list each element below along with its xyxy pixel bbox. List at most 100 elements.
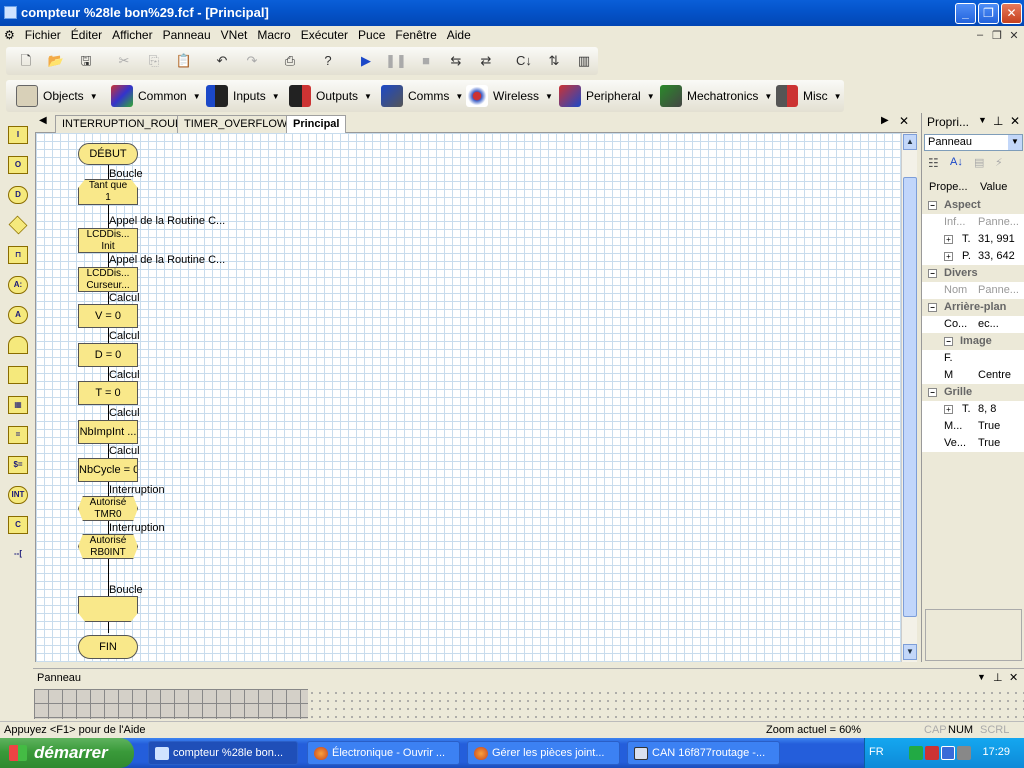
tab-timer-overflow[interactable]: TIMER_OVERFLOW <box>177 115 295 133</box>
run-icon[interactable]: ▶ <box>355 51 377 71</box>
common-button[interactable]: Common ▼ <box>111 85 201 107</box>
task-flowcode[interactable]: compteur %28le bon... <box>148 741 298 765</box>
property-row[interactable]: Ve... True <box>922 435 1024 452</box>
start-terminal[interactable]: DÉBUT <box>78 143 138 165</box>
calculation-icon[interactable] <box>8 366 28 384</box>
chip-program-icon[interactable]: ▥ <box>573 51 595 71</box>
property-pages-icon[interactable]: ▤ <box>974 156 984 169</box>
save-icon[interactable]: 🖫 <box>75 51 97 71</box>
calc-block-nbimpint[interactable]: NbImpInt ... <box>78 420 138 444</box>
peripheral-button[interactable]: Peripheral ▼ <box>559 85 655 107</box>
loop-icon[interactable] <box>8 336 28 354</box>
compile-hex-icon[interactable]: ⇅ <box>543 51 565 71</box>
tray-network-icon[interactable] <box>941 746 955 760</box>
output-icon[interactable]: O <box>8 156 28 174</box>
expand-icon[interactable]: + <box>944 405 953 414</box>
help-icon[interactable]: ? <box>317 51 339 71</box>
misc-button[interactable]: Misc ▼ <box>776 85 842 107</box>
property-row[interactable]: M Centre <box>922 367 1024 384</box>
new-file-icon[interactable]: 🗋 <box>15 51 37 71</box>
close-button[interactable]: ✕ <box>1001 3 1022 24</box>
property-category[interactable]: − Grille <box>922 384 1024 401</box>
menu-panneau[interactable]: Panneau <box>158 26 216 44</box>
property-category[interactable]: − Image <box>922 333 1024 350</box>
panel-close-icon[interactable]: ✕ <box>1009 671 1018 684</box>
cut-icon[interactable]: ✂ <box>113 51 135 71</box>
maximize-button[interactable]: ❐ <box>978 3 999 24</box>
property-row[interactable]: + T. 31, 991 <box>922 231 1024 248</box>
step-into-icon[interactable]: ⇆ <box>445 51 467 71</box>
tab-scroll-right-icon[interactable]: ▶ <box>881 115 889 126</box>
decision-icon[interactable] <box>8 215 28 235</box>
panel-close-icon[interactable]: ✕ <box>1010 114 1020 128</box>
mdi-close-button[interactable]: ✕ <box>1006 29 1022 42</box>
property-row[interactable]: Co... ec... <box>922 316 1024 333</box>
expand-icon[interactable]: + <box>944 235 953 244</box>
task-isis-can[interactable]: CAN 16f877routage -... <box>627 741 780 765</box>
comms-button[interactable]: Comms ▼ <box>381 85 463 107</box>
property-row[interactable]: Nom Panne... <box>922 282 1024 299</box>
calc-block-d[interactable]: D = 0 <box>78 343 138 367</box>
mdi-minimize-button[interactable]: – <box>972 29 988 41</box>
loop-end-block[interactable] <box>78 596 138 622</box>
calc-block-v[interactable]: V = 0 <box>78 304 138 328</box>
menu-afficher[interactable]: Afficher <box>107 26 157 44</box>
comment-icon[interactable]: --[ <box>8 546 28 564</box>
menu-fichier[interactable]: Fichier <box>20 26 66 44</box>
property-row[interactable]: M... True <box>922 418 1024 435</box>
print-icon[interactable]: ⎙ <box>279 51 301 71</box>
start-button[interactable]: démarrer <box>0 738 134 768</box>
pin-icon[interactable]: ⊥ <box>993 114 1003 128</box>
collapse-icon[interactable]: − <box>928 201 937 210</box>
collapse-icon[interactable]: − <box>928 269 937 278</box>
interrupt-icon[interactable]: INT <box>8 486 28 504</box>
wireless-button[interactable]: Wireless ▼ <box>466 85 553 107</box>
mdi-restore-button[interactable]: ❐ <box>989 29 1005 42</box>
tab-interruption-roue[interactable]: INTERRUPTION_ROUE <box>55 115 190 133</box>
interrupt-block-rb0int[interactable]: Autorisé RB0INT <box>78 534 138 559</box>
alphabetical-icon[interactable]: A↓ <box>950 156 963 168</box>
end-terminal[interactable]: FIN <box>78 635 138 659</box>
pin-icon[interactable]: ⊥ <box>993 671 1003 684</box>
flowchart-canvas[interactable]: DÉBUT Boucle Tant que 1 Appel de la Routi… <box>35 133 901 662</box>
outputs-button[interactable]: Outputs ▼ <box>289 85 372 107</box>
menu-macro[interactable]: Macro <box>252 26 295 44</box>
string-icon[interactable]: = <box>8 426 28 444</box>
macro-call-lcd-init[interactable]: LCDDis... Init <box>78 228 138 253</box>
menu-vnet[interactable]: VNet <box>216 26 253 44</box>
input-icon[interactable]: I <box>8 126 28 144</box>
objects-button[interactable]: Objects ▼ <box>16 85 98 107</box>
paste-icon[interactable]: 📋 <box>173 51 195 71</box>
tray-volume-icon[interactable] <box>957 746 971 760</box>
tab-scroll-left-icon[interactable]: ◀ <box>39 115 47 126</box>
menu-editer[interactable]: Éditer <box>66 26 107 44</box>
macro-call-icon[interactable]: ▦ <box>8 396 28 414</box>
events-icon[interactable]: ⚡ <box>995 156 1003 169</box>
c-code-icon[interactable]: C <box>8 516 28 534</box>
inputs-button[interactable]: Inputs ▼ <box>206 85 280 107</box>
calc-block-t[interactable]: T = 0 <box>78 381 138 405</box>
macro-call-lcd-cursor[interactable]: LCDDis... Curseur... <box>78 267 138 292</box>
interrupt-block-tmr0[interactable]: Autorisé TMR0 <box>78 496 138 521</box>
panel-menu-icon[interactable]: ▼ <box>977 672 986 682</box>
language-indicator[interactable]: FR <box>869 746 884 758</box>
goto-icon[interactable]: A <box>8 306 28 324</box>
property-category[interactable]: − Aspect <box>922 197 1024 214</box>
property-row[interactable]: + P. 33, 642 <box>922 248 1024 265</box>
copy-icon[interactable]: ⎘ <box>143 51 165 71</box>
collapse-icon[interactable]: − <box>928 388 937 397</box>
tray-app-icon[interactable] <box>909 746 923 760</box>
pause-icon[interactable]: ❚❚ <box>385 51 407 71</box>
minimize-button[interactable]: _ <box>955 3 976 24</box>
scroll-thumb[interactable] <box>903 177 917 617</box>
menu-executer[interactable]: Exécuter <box>296 26 353 44</box>
menu-aide[interactable]: Aide <box>442 26 476 44</box>
property-row[interactable]: + T. 8, 8 <box>922 401 1024 418</box>
undo-icon[interactable]: ↶ <box>211 51 233 71</box>
connection-point-icon[interactable]: ⊓ <box>8 246 28 264</box>
collapse-icon[interactable]: − <box>944 337 953 346</box>
panel-menu-icon[interactable]: ▼ <box>978 115 987 125</box>
menu-fenetre[interactable]: Fenêtre <box>390 26 441 44</box>
property-row[interactable]: Inf... Panne... <box>922 214 1024 231</box>
property-row[interactable]: F. <box>922 350 1024 367</box>
